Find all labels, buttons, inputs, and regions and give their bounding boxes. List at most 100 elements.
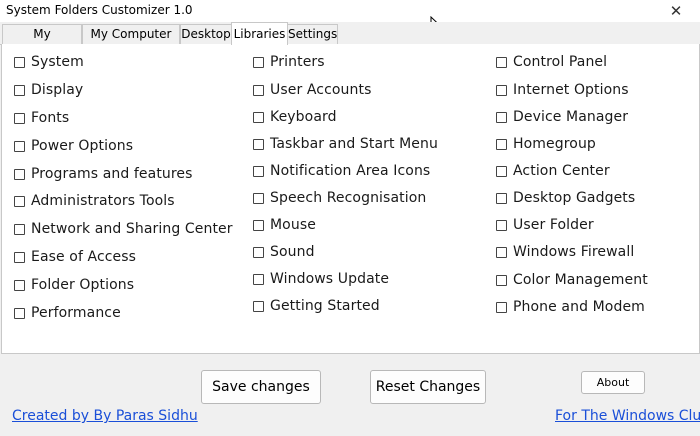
- checkbox[interactable]: [14, 84, 25, 96]
- checkbox[interactable]: [253, 165, 264, 177]
- checkbox-item[interactable]: Fonts: [14, 109, 69, 127]
- checkbox-label: Administrators Tools: [31, 193, 175, 209]
- checkbox-label: Notification Area Icons: [270, 163, 431, 179]
- checkbox-label: Internet Options: [513, 82, 629, 98]
- checkbox[interactable]: [14, 168, 25, 180]
- close-button[interactable]: ✕: [666, 1, 686, 21]
- checkbox[interactable]: [14, 279, 25, 291]
- checkbox-label: User Accounts: [270, 82, 372, 98]
- checkbox-item[interactable]: Power Options: [14, 137, 133, 155]
- checkbox-item[interactable]: Internet Options: [496, 81, 629, 99]
- checkbox-label: Homegroup: [513, 136, 596, 152]
- checkbox-item[interactable]: Getting Started: [253, 297, 380, 315]
- checkbox[interactable]: [14, 140, 25, 152]
- checkbox-item[interactable]: Color Management: [496, 271, 648, 289]
- checkbox-item[interactable]: Speech Recognisation: [253, 189, 426, 207]
- checkbox-item[interactable]: Printers: [253, 53, 325, 71]
- checkbox-label: Ease of Access: [31, 249, 137, 265]
- checkbox-label: Folder Options: [31, 277, 135, 293]
- checkbox-item[interactable]: Keyboard: [253, 108, 337, 126]
- checkbox-item[interactable]: Network and Sharing Center: [14, 220, 233, 238]
- checkbox[interactable]: [496, 246, 507, 258]
- checkbox-label: Sound: [270, 244, 315, 260]
- checkbox-label: Action Center: [513, 163, 610, 179]
- checkbox-label: Fonts: [31, 110, 70, 126]
- checkbox-label: User Folder: [513, 217, 594, 233]
- window-title: System Folders Customizer 1.0: [6, 3, 193, 17]
- checkbox[interactable]: [14, 307, 25, 319]
- checkbox[interactable]: [14, 223, 25, 235]
- checkbox-item[interactable]: Ease of Access: [14, 248, 136, 266]
- checkbox-label: Keyboard: [270, 109, 337, 125]
- checkbox[interactable]: [496, 56, 507, 68]
- windows-club-link[interactable]: For The Windows Club: [555, 408, 700, 424]
- checkbox-item[interactable]: Action Center: [496, 162, 610, 180]
- checkbox[interactable]: [496, 165, 507, 177]
- checkbox[interactable]: [496, 219, 507, 231]
- checkbox-label: Mouse: [270, 217, 316, 233]
- checkbox-item[interactable]: Sound: [253, 243, 315, 261]
- checkbox[interactable]: [496, 84, 507, 96]
- checkbox[interactable]: [253, 138, 264, 150]
- checkbox[interactable]: [496, 111, 507, 123]
- checkbox[interactable]: [253, 111, 264, 123]
- checkbox-item[interactable]: Mouse: [253, 216, 316, 234]
- tab-my-computer-2[interactable]: My Computer (2): [82, 24, 180, 60]
- checkbox[interactable]: [14, 112, 25, 124]
- checkbox-item[interactable]: System: [14, 53, 84, 71]
- save-changes-button[interactable]: Save changes: [201, 370, 321, 404]
- checkbox-label: Device Manager: [513, 109, 629, 125]
- tab-my-computer[interactable]: My Computer: [2, 24, 82, 60]
- checkbox-item[interactable]: User Accounts: [253, 81, 371, 99]
- checkbox-label: Programs and features: [31, 166, 193, 182]
- checkbox-item[interactable]: User Folder: [496, 216, 594, 234]
- checkbox[interactable]: [253, 84, 264, 96]
- title-bar: System Folders Customizer 1.0 ✕: [0, 0, 700, 22]
- checkbox[interactable]: [496, 301, 507, 313]
- checkbox-label: Windows Update: [270, 271, 390, 287]
- checkbox-item[interactable]: Homegroup: [496, 135, 596, 153]
- checkbox[interactable]: [496, 138, 507, 150]
- tab-libraries[interactable]: Libraries: [231, 22, 288, 45]
- tab-panel-libraries: System Display Fonts Power Options Progr…: [1, 44, 700, 354]
- checkbox-item[interactable]: Administrators Tools: [14, 192, 175, 210]
- checkbox-label: Color Management: [513, 272, 648, 288]
- checkbox-item[interactable]: Phone and Modem: [496, 298, 645, 316]
- checkbox-label: Printers: [270, 54, 325, 70]
- checkbox-item[interactable]: Display: [14, 81, 83, 99]
- checkbox-label: Getting Started: [270, 298, 380, 314]
- checkbox[interactable]: [14, 251, 25, 263]
- checkbox[interactable]: [14, 195, 25, 207]
- checkbox[interactable]: [253, 192, 264, 204]
- checkbox-item[interactable]: Folder Options: [14, 276, 134, 294]
- checkbox-label: Control Panel: [513, 54, 608, 70]
- checkbox[interactable]: [253, 219, 264, 231]
- checkbox[interactable]: [14, 56, 25, 68]
- checkbox-item[interactable]: Notification Area Icons: [253, 162, 430, 180]
- tab-settings[interactable]: Settings: [287, 24, 338, 44]
- tab-desktop[interactable]: Desktop: [180, 24, 232, 44]
- checkbox[interactable]: [253, 273, 264, 285]
- checkbox[interactable]: [496, 274, 507, 286]
- checkbox[interactable]: [496, 192, 507, 204]
- checkbox-item[interactable]: Performance: [14, 304, 121, 322]
- checkbox-item[interactable]: Windows Update: [253, 270, 389, 288]
- app-window: System Folders Customizer 1.0 ✕ My Compu…: [0, 0, 700, 436]
- about-button[interactable]: About: [581, 371, 645, 394]
- checkbox[interactable]: [253, 56, 264, 68]
- checkbox-label: Taskbar and Start Menu: [270, 136, 438, 152]
- checkbox-item[interactable]: Device Manager: [496, 108, 628, 126]
- checkbox-item[interactable]: Programs and features: [14, 165, 193, 183]
- checkbox-item[interactable]: Control Panel: [496, 53, 607, 71]
- author-link[interactable]: Created by By Paras Sidhu: [12, 408, 198, 424]
- checkbox-label: Phone and Modem: [513, 299, 645, 315]
- reset-changes-button[interactable]: Reset Changes: [370, 370, 486, 404]
- checkbox-label: Windows Firewall: [513, 244, 635, 260]
- checkbox-item[interactable]: Taskbar and Start Menu: [253, 135, 438, 153]
- checkbox-item[interactable]: Desktop Gadgets: [496, 189, 635, 207]
- checkbox-item[interactable]: Windows Firewall: [496, 243, 634, 261]
- checkbox-label: System: [31, 54, 84, 70]
- checkbox[interactable]: [253, 300, 264, 312]
- checkbox[interactable]: [253, 246, 264, 258]
- checkbox-label: Network and Sharing Center: [31, 221, 233, 237]
